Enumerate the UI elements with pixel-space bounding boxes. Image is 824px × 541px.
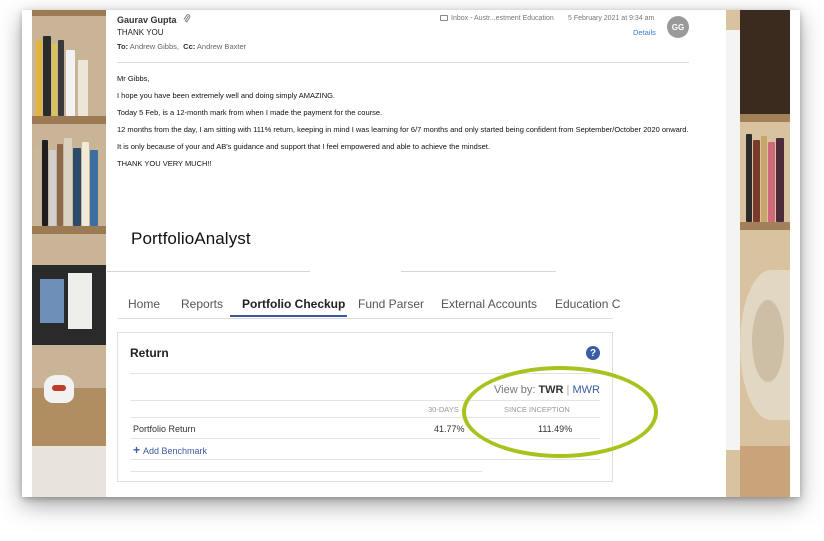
tab-portfolio-checkup[interactable]: Portfolio Checkup [242,297,345,311]
tab-home[interactable]: Home [128,297,160,311]
tab-external-accounts[interactable]: External Accounts [441,297,537,311]
help-icon[interactable]: ? [586,346,600,360]
bookshelf-photo-left [32,10,106,497]
add-benchmark-button[interactable]: + Add Benchmark [133,443,207,457]
email-view: Gaurav Gupta THANK YOU To: Andrew Gibbs,… [106,10,726,497]
email-body-line: THANK YOU VERY MUCH!! [117,159,212,168]
cc-label: Cc: [183,42,196,51]
email-body-line: I hope you have been extremely well and … [117,91,336,100]
active-tab-indicator [230,315,347,317]
divider [130,471,482,472]
email-body-line: It is only because of your and AB's guid… [117,142,490,151]
email-body-line: Mr Gibbs, [117,74,150,83]
avatar: GG [667,16,689,38]
to-label: To: [117,42,129,51]
tab-reports[interactable]: Reports [181,297,223,311]
email-body-line: 12 months from the day, I am sitting wit… [117,125,689,134]
header-divider [117,62,689,63]
divider [130,459,600,460]
portfolio-return-label: Portfolio Return [133,424,196,434]
details-link[interactable]: Details [633,28,656,37]
col-header-30-days: 30-DAYS [428,405,459,414]
add-benchmark-label: Add Benchmark [143,446,208,456]
email-date: 5 February 2021 at 9:34 am [568,15,655,22]
return-30-days-value: 41.77% [434,424,465,434]
to-recipient[interactable]: Andrew Gibbs, [130,42,179,51]
email-subject: THANK YOU [117,28,164,37]
paperclip-icon [183,14,191,26]
plus-icon: + [133,443,141,457]
cc-recipient[interactable]: Andrew Baxter [197,42,246,51]
inbox-icon [440,15,448,21]
recipients-line: To: Andrew Gibbs, Cc: Andrew Baxter [117,42,246,51]
divider [107,271,310,272]
bookshelf-photo-right [726,10,790,497]
tab-fund-parser[interactable]: Fund Parser [358,297,424,311]
tab-education[interactable]: Education C [555,297,620,311]
nav-divider [118,318,613,319]
mailbox-name: Inbox - Austr...estment Education [451,15,554,22]
portfolioanalyst-logo: PortfolioAnalyst [131,229,251,248]
highlight-annotation-ellipse [462,366,658,458]
sender-name: Gaurav Gupta [117,15,177,25]
email-body-line: Today 5 Feb, is a 12-month mark from whe… [117,108,383,117]
cat-figurine [44,375,74,403]
divider [401,271,556,272]
photo-frame: Gaurav Gupta THANK YOU To: Andrew Gibbs,… [22,10,800,497]
return-title: Return [130,346,169,360]
